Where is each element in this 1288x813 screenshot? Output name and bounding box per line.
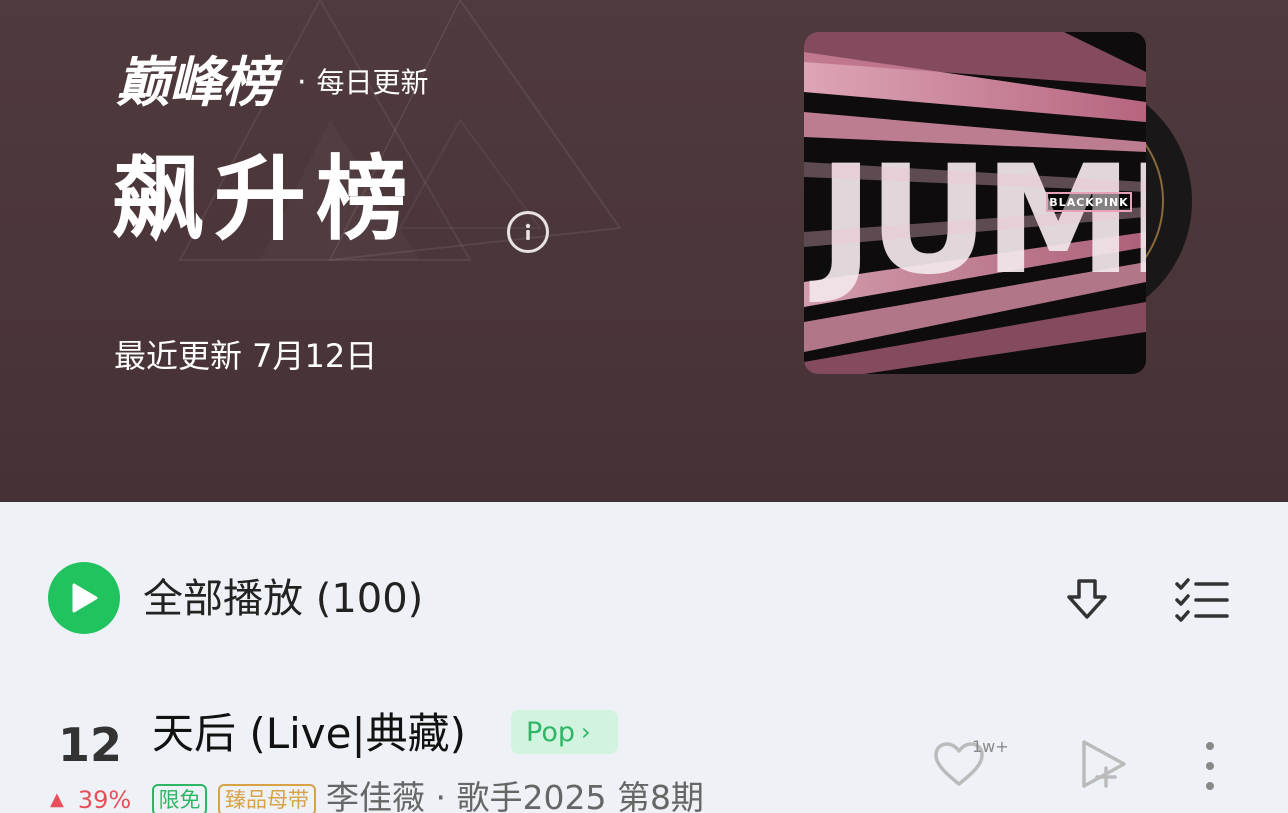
chart-title: 飙升榜 [112, 146, 419, 253]
more-icon-dot [1206, 762, 1214, 770]
brand-subtitle: 每日更新 [316, 66, 429, 99]
trend-value: 39% [77, 786, 132, 813]
more-icon [1206, 742, 1214, 750]
trend-up-icon: ▲ [50, 789, 64, 810]
more-icon-dot [1206, 782, 1214, 790]
song-meta: 李佳薇 · 歌手2025 第8期 [326, 778, 704, 813]
free-badge: 限免 [152, 784, 207, 813]
brand-separator: · [297, 65, 307, 100]
song-rank: 12 [58, 718, 123, 772]
play-icon [72, 583, 98, 613]
brand-row: 巅峰榜 · 每日更新 [116, 48, 429, 118]
add-to-playlist-button[interactable] [1078, 738, 1130, 790]
like-count: 1w+ [972, 737, 1009, 756]
chevron-right-icon: › [580, 718, 591, 746]
rank-trend: ▲ 39% [50, 786, 131, 813]
multiselect-button[interactable] [1172, 573, 1232, 627]
master-quality-badge: 臻品母带 [218, 784, 316, 813]
download-button[interactable] [1060, 573, 1114, 627]
add-to-playlist-icon [1082, 740, 1126, 788]
more-button[interactable] [1190, 738, 1230, 794]
download-icon [1067, 579, 1107, 619]
info-icon[interactable] [507, 211, 549, 253]
genre-tag[interactable]: Pop › [511, 710, 618, 754]
multiselect-icon [1175, 578, 1229, 622]
song-title[interactable]: 天后 (Live|典藏) [152, 706, 466, 762]
genre-label: Pop [526, 716, 575, 748]
cover-artist-badge: BLACKPINK [1046, 192, 1132, 212]
chart-header: 巅峰榜 · 每日更新 飙升榜 最近更新 7月12日 JUM BLACKPINK [0, 0, 1288, 502]
play-all-label[interactable]: 全部播放 (100) [143, 574, 423, 624]
brand-logo: 巅峰榜 [116, 51, 276, 114]
last-updated: 最近更新 7月12日 [114, 337, 378, 375]
play-all-button[interactable] [48, 562, 120, 634]
